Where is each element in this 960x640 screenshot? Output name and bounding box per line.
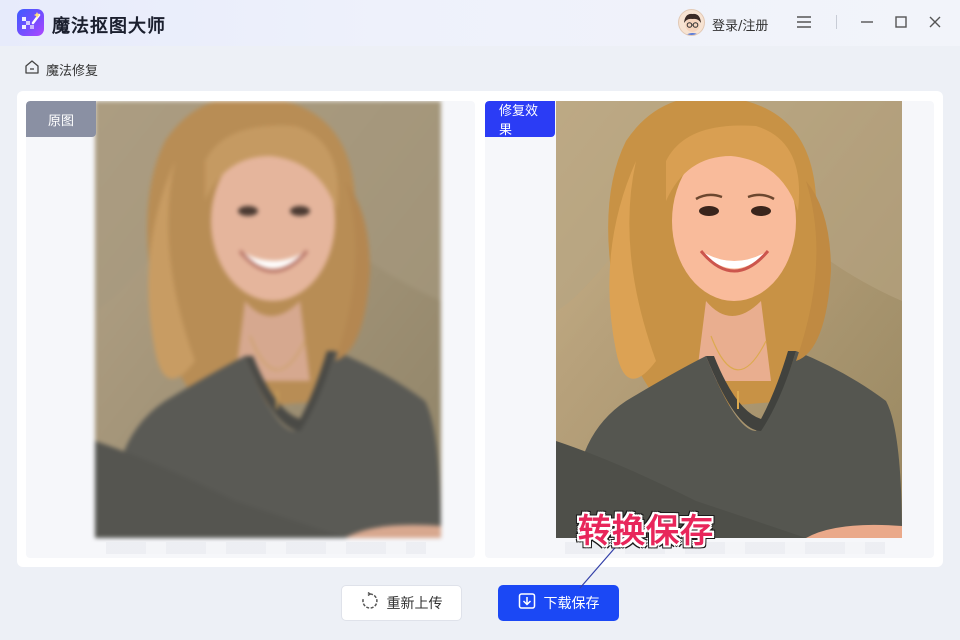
close-icon[interactable] bbox=[925, 12, 945, 32]
restored-badge: 修复效果 bbox=[485, 101, 555, 138]
title-bar: 魔法抠图大师 登录/注册 bbox=[0, 0, 960, 46]
login-register-link[interactable]: 登录/注册 bbox=[712, 15, 768, 34]
restored-image bbox=[556, 101, 902, 538]
original-badge: 原图 bbox=[26, 101, 96, 137]
original-image bbox=[95, 101, 441, 538]
reupload-label: 重新上传 bbox=[386, 596, 443, 612]
refresh-icon bbox=[361, 591, 379, 614]
restored-preview: 修复效果 bbox=[485, 101, 934, 558]
avatar[interactable] bbox=[678, 9, 705, 36]
reupload-button[interactable]: 重新上传 bbox=[341, 585, 462, 621]
download-icon bbox=[518, 592, 536, 614]
home-icon[interactable] bbox=[24, 59, 40, 79]
original-preview: 原图 bbox=[26, 101, 475, 558]
breadcrumb-label: 魔法修复 bbox=[46, 63, 99, 79]
maximize-icon[interactable] bbox=[891, 12, 911, 32]
menu-icon[interactable] bbox=[794, 12, 814, 32]
app-logo-icon bbox=[17, 9, 44, 36]
app-title: 魔法抠图大师 bbox=[52, 16, 166, 37]
compare-panel: 原图 修复效果 bbox=[17, 91, 943, 567]
title-divider bbox=[836, 15, 837, 29]
download-label: 下载保存 bbox=[543, 596, 600, 612]
annotation-label: 转换保存 bbox=[578, 511, 714, 550]
download-save-button[interactable]: 下载保存 bbox=[498, 585, 619, 621]
original-image-shadow bbox=[106, 542, 426, 554]
minimize-icon[interactable] bbox=[857, 12, 877, 32]
breadcrumb[interactable]: 魔法修复 bbox=[24, 59, 99, 79]
